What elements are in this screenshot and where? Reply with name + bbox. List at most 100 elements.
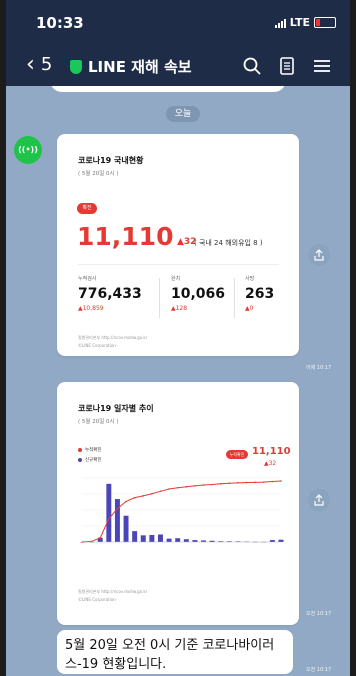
new-cases-bar: [278, 539, 284, 542]
phone-screen: 10:33 LTE ‹ 5 LINE 재해 속보 오늘 ((•)) 코로나19 …: [0, 0, 356, 676]
chat-header: ‹ 5 LINE 재해 속보: [6, 46, 350, 86]
cumulative-count: 11,110: [252, 446, 291, 457]
cumulative-point: [280, 480, 282, 482]
new-cases-bar: [175, 538, 181, 542]
text-message[interactable]: 5월 20일 오전 0시 기준 코로나바이러스-19 현황입니다.: [57, 630, 293, 674]
stat-recovered: 완치 10,066 ▲128: [171, 275, 225, 312]
confirmed-note: ( 국내 24 해외유입 8 ): [194, 239, 263, 247]
cumulative-point: [116, 507, 119, 510]
stat-value: 10,066: [171, 286, 226, 302]
stat-value: 776,433: [78, 286, 142, 302]
stat-delta: ▲128: [171, 305, 188, 312]
menu-icon[interactable]: [312, 56, 332, 76]
broadcast-avatar[interactable]: ((•)): [14, 136, 42, 164]
cumulative-delta: ▲32: [264, 460, 277, 467]
new-cases-bar: [140, 535, 146, 542]
trend-card[interactable]: 코로나19 일자별 추이 ( 5월 20일 0시 ) 누적확진 신규확진 누적확…: [57, 382, 299, 625]
phone-bezel: [0, 0, 6, 676]
card-title: 코로나19 국내현황: [78, 156, 144, 165]
card-title: 코로나19 일자별 추이: [78, 404, 154, 413]
stat-delta: ▲0: [245, 305, 254, 312]
cumulative-point: [125, 500, 127, 503]
share-button[interactable]: [308, 244, 330, 266]
cumulative-point: [159, 490, 162, 493]
card-subtitle: ( 5월 20일 0시 ): [78, 419, 119, 425]
cumulative-point: [176, 486, 179, 489]
cumulative-point: [142, 495, 145, 497]
new-cases-bar: [149, 534, 155, 542]
signal-icon: [274, 18, 286, 28]
cumulative-point: [185, 485, 188, 488]
battery-icon: [314, 17, 336, 28]
phone-bezel: [350, 0, 356, 676]
notes-icon[interactable]: [277, 56, 297, 76]
chat-title-text: LINE 재해 속보: [88, 58, 192, 76]
cumulative-line: [82, 480, 282, 543]
trend-chart: [80, 477, 284, 543]
status-card[interactable]: 코로나19 국내현황 ( 5월 20일 0시 ) 확진 11,110 ▲32 (…: [57, 134, 299, 356]
source-line: 질병관리본부 http://ncov.mohw.go.kr: [78, 589, 148, 594]
new-cases-bar: [166, 538, 172, 542]
cumulative-point: [245, 481, 248, 484]
new-cases-bar: [269, 540, 275, 542]
status-time: 10:33: [36, 14, 84, 32]
cumulative-point: [108, 518, 110, 520]
date-divider: 오늘: [166, 106, 200, 122]
copyright-line: ©LINE Corporation: [78, 343, 116, 348]
new-cases-bar: [123, 515, 129, 542]
cumulative-point: [133, 496, 136, 499]
card-subtitle: ( 5월 20일 0시 ): [78, 171, 119, 177]
message-time: 오전 10:17: [306, 611, 332, 617]
cumulative-point: [228, 482, 231, 485]
legend-item-new: 신규확진: [78, 456, 102, 466]
cumulative-point: [219, 482, 222, 485]
chart-legend: 누적확진 신규확진: [78, 446, 102, 466]
cumulative-point: [202, 484, 205, 486]
column-separator: [234, 278, 235, 318]
cumulative-point: [151, 492, 153, 495]
back-button[interactable]: ‹ 5: [26, 51, 53, 77]
new-cases-bar: [183, 539, 189, 542]
network-label: LTE: [289, 16, 310, 29]
stat-label: 사망: [245, 276, 255, 282]
stat-label: 누적검사: [78, 276, 97, 282]
share-icon: [314, 494, 324, 506]
new-cases-bar: [192, 540, 198, 542]
confirmed-badge: 확진: [77, 203, 97, 214]
share-button[interactable]: [308, 489, 330, 511]
message-time: 오전 10:17: [306, 667, 332, 673]
cumulative-point: [262, 481, 265, 483]
confirmed-count: 11,110: [77, 222, 174, 251]
cumulative-badge: 누적확진: [226, 450, 248, 459]
cumulative-point: [211, 483, 213, 486]
new-cases-bar: [132, 531, 138, 542]
stat-delta: ▲10,859: [78, 305, 104, 312]
new-cases-bar: [158, 534, 163, 542]
cumulative-point: [99, 537, 102, 539]
chat-area[interactable]: 오늘 ((•)) 코로나19 국내현황 ( 5월 20일 0시 ) 확진 11,…: [6, 86, 350, 676]
new-cases-bar: [114, 499, 120, 542]
status-indicators: LTE: [274, 16, 336, 29]
cumulative-point: [271, 480, 274, 483]
back-count: 5: [40, 54, 53, 75]
source-line: 질병관리본부 http://ncov.mohw.go.kr: [78, 335, 148, 340]
cumulative-point: [168, 488, 170, 490]
stat-deaths: 사망 263 ▲0: [245, 275, 274, 312]
copyright-line: ©LINE Corporation: [78, 597, 116, 602]
previous-message-bubble[interactable]: [50, 86, 286, 92]
cumulative-point: [237, 482, 239, 484]
share-icon: [314, 249, 324, 261]
divider: [78, 264, 279, 265]
stat-tests: 누적검사 776,433 ▲10,859: [78, 275, 142, 312]
new-cases-bar: [106, 483, 112, 542]
column-separator: [159, 278, 160, 318]
search-icon[interactable]: [242, 56, 262, 76]
chat-title: LINE 재해 속보: [70, 56, 192, 77]
message-time: 어제 10:17: [306, 365, 332, 371]
cumulative-point: [254, 481, 256, 484]
chevron-left-icon: ‹: [26, 51, 35, 77]
stat-value: 263: [245, 286, 275, 302]
legend-item-cumulative: 누적확진: [78, 446, 102, 456]
cumulative-point: [194, 485, 196, 487]
stat-label: 완치: [171, 276, 181, 282]
